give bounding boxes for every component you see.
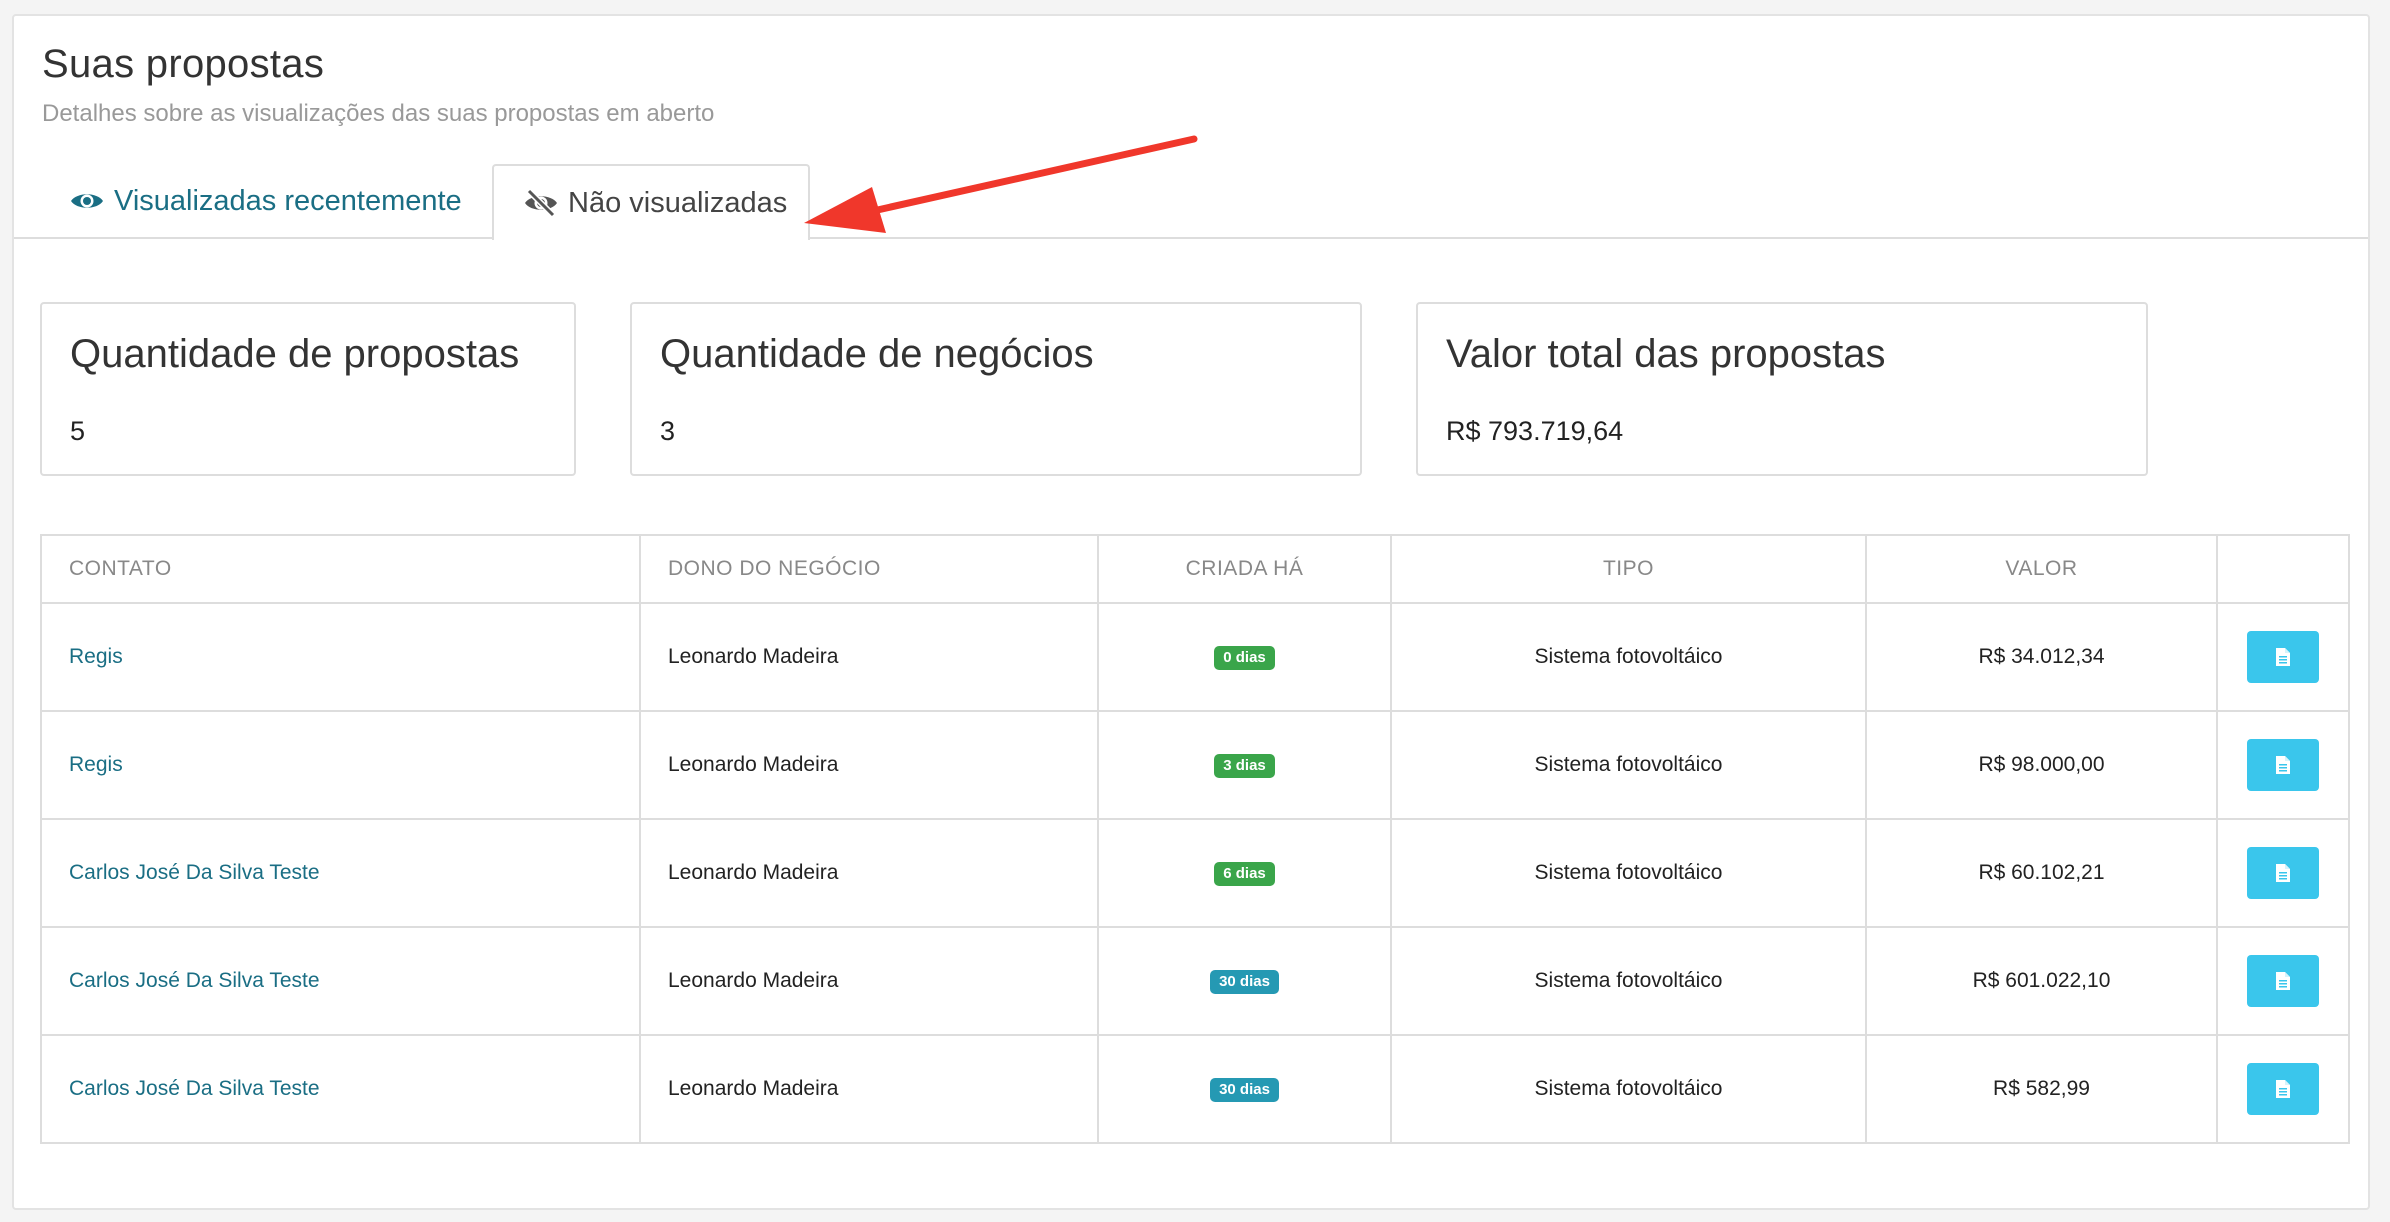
value-cell: R$ 601.022,10: [1865, 926, 2218, 1036]
created-badge: 3 dias: [1214, 754, 1275, 778]
column-header-value: VALOR: [1865, 534, 2218, 604]
table-row: Regis Leonardo Madeira 3 dias Sistema fo…: [40, 710, 2350, 820]
value-cell: R$ 60.102,21: [1865, 818, 2218, 928]
tab-not-viewed-label: Não visualizadas: [568, 186, 788, 219]
owner-cell: Leonardo Madeira: [639, 818, 1099, 928]
owner-cell: Leonardo Madeira: [639, 602, 1099, 712]
stat-total-value: Valor total das propostas R$ 793.719,64: [1416, 302, 2148, 476]
table-header-row: CONTATO DONO DO NEGÓCIO CRIADA HÁ TIPO V…: [40, 534, 2350, 604]
value-cell: R$ 582,99: [1865, 1034, 2218, 1144]
eye-slash-icon: [524, 189, 558, 217]
page-title: Suas propostas: [42, 42, 325, 86]
contact-link[interactable]: Carlos José Da Silva Teste: [69, 861, 320, 884]
column-header-actions: [2216, 534, 2350, 604]
stat-total-label: Valor total das propostas: [1446, 332, 1886, 376]
created-badge: 6 dias: [1214, 862, 1275, 886]
type-cell: Sistema fotovoltáico: [1390, 1034, 1867, 1144]
contact-link[interactable]: Regis: [69, 753, 123, 776]
owner-cell: Leonardo Madeira: [639, 926, 1099, 1036]
type-cell: Sistema fotovoltáico: [1390, 818, 1867, 928]
document-icon: [2276, 648, 2290, 666]
value-cell: R$ 34.012,34: [1865, 602, 2218, 712]
document-icon: [2276, 756, 2290, 774]
proposals-table: CONTATO DONO DO NEGÓCIO CRIADA HÁ TIPO V…: [40, 534, 2350, 1144]
stat-proposals-label: Quantidade de propostas: [70, 332, 520, 376]
annotation-arrow: [804, 135, 1198, 233]
table-row: Carlos José Da Silva Teste Leonardo Made…: [40, 1034, 2350, 1144]
tab-recently-viewed[interactable]: Visualizadas recentemente: [70, 164, 462, 238]
view-proposal-button[interactable]: [2247, 847, 2319, 899]
contact-link[interactable]: Carlos José Da Silva Teste: [69, 969, 320, 992]
created-badge: 0 dias: [1214, 646, 1275, 670]
contact-link[interactable]: Carlos José Da Silva Teste: [69, 1077, 320, 1100]
document-icon: [2276, 972, 2290, 990]
view-proposal-button[interactable]: [2247, 1063, 2319, 1115]
table-row: Carlos José Da Silva Teste Leonardo Made…: [40, 926, 2350, 1036]
type-cell: Sistema fotovoltáico: [1390, 602, 1867, 712]
column-header-owner: DONO DO NEGÓCIO: [639, 534, 1099, 604]
document-icon: [2276, 864, 2290, 882]
stat-proposals-value: 5: [70, 416, 86, 446]
document-icon: [2276, 1080, 2290, 1098]
stat-total-amount: R$ 793.719,64: [1446, 416, 1624, 446]
proposals-panel: Suas propostas Detalhes sobre as visuali…: [12, 14, 2370, 1210]
created-badge: 30 dias: [1210, 970, 1279, 994]
tab-not-viewed[interactable]: Não visualizadas: [492, 164, 810, 240]
stat-proposals-count: Quantidade de propostas 5: [40, 302, 576, 476]
created-badge: 30 dias: [1210, 1078, 1279, 1102]
column-header-contact: CONTATO: [40, 534, 641, 604]
view-proposal-button[interactable]: [2247, 739, 2319, 791]
owner-cell: Leonardo Madeira: [639, 1034, 1099, 1144]
contact-link[interactable]: Regis: [69, 645, 123, 668]
table-row: Carlos José Da Silva Teste Leonardo Made…: [40, 818, 2350, 928]
tab-recently-viewed-label: Visualizadas recentemente: [114, 184, 462, 217]
view-proposal-button[interactable]: [2247, 955, 2319, 1007]
owner-cell: Leonardo Madeira: [639, 710, 1099, 820]
value-cell: R$ 98.000,00: [1865, 710, 2218, 820]
column-header-created: CRIADA HÁ: [1097, 534, 1392, 604]
column-header-type: TIPO: [1390, 534, 1867, 604]
type-cell: Sistema fotovoltáico: [1390, 926, 1867, 1036]
table-row: Regis Leonardo Madeira 0 dias Sistema fo…: [40, 602, 2350, 712]
view-proposal-button[interactable]: [2247, 631, 2319, 683]
stat-deals-value: 3: [660, 416, 676, 446]
stat-deals-count: Quantidade de negócios 3: [630, 302, 1362, 476]
stat-deals-label: Quantidade de negócios: [660, 332, 1094, 376]
eye-icon: [70, 190, 104, 212]
type-cell: Sistema fotovoltáico: [1390, 710, 1867, 820]
page-subtitle: Detalhes sobre as visualizações das suas…: [42, 100, 715, 127]
